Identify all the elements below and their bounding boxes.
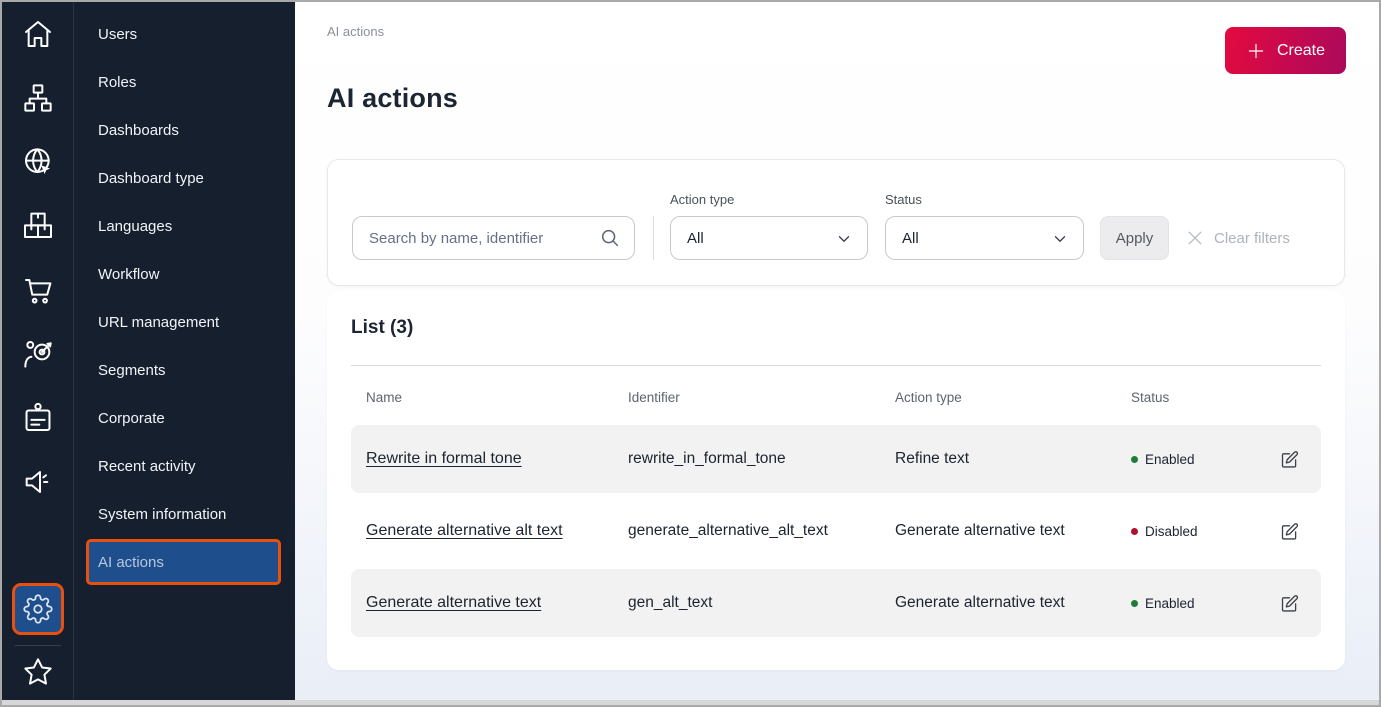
search-icon xyxy=(599,227,621,249)
edit-icon[interactable] xyxy=(1275,445,1303,473)
status-dot xyxy=(1131,528,1138,535)
row-status-cell: Enabled xyxy=(1131,596,1271,611)
list-divider xyxy=(351,365,1321,366)
globe-pointer-icon[interactable] xyxy=(21,145,55,179)
plus-icon xyxy=(1246,41,1266,61)
clear-filters-button[interactable]: Clear filters xyxy=(1185,216,1290,260)
apply-button[interactable]: Apply xyxy=(1100,216,1169,260)
row-action-type-cell: Generate alternative text xyxy=(895,594,1131,612)
status-dot xyxy=(1131,600,1138,607)
settings-icon[interactable] xyxy=(12,583,64,635)
app-window: Users Roles Dashboards Dashboard type La… xyxy=(0,0,1381,707)
breadcrumb[interactable]: AI actions xyxy=(327,24,1345,39)
status-select[interactable]: All xyxy=(885,216,1084,260)
sidebar-item-workflow[interactable]: Workflow xyxy=(74,250,295,298)
row-name-cell: Generate alternative text xyxy=(366,594,628,612)
filter-divider xyxy=(653,216,654,260)
status-text: Enabled xyxy=(1145,452,1195,467)
favorites-star-icon[interactable] xyxy=(21,655,55,689)
sidebar-item-corporate[interactable]: Corporate xyxy=(74,394,295,442)
id-badge-icon[interactable] xyxy=(21,401,55,435)
action-type-filter: Action type All xyxy=(670,192,868,260)
status-text: Disabled xyxy=(1145,524,1198,539)
column-header-identifier: Identifier xyxy=(628,390,895,405)
clear-filters-label: Clear filters xyxy=(1214,230,1290,247)
chevron-down-icon xyxy=(835,230,853,248)
close-icon xyxy=(1185,228,1205,248)
status-filter: Status All xyxy=(885,192,1084,260)
org-chart-icon[interactable] xyxy=(21,81,55,115)
list-card: List (3) Name Identifier Action type Sta… xyxy=(327,291,1345,670)
rail-divider xyxy=(15,645,61,646)
icon-rail xyxy=(2,2,73,700)
action-name-link[interactable]: Generate alternative alt text xyxy=(366,522,563,539)
search-wrap xyxy=(352,216,635,260)
packages-icon[interactable] xyxy=(21,209,55,243)
sidebar-item-users[interactable]: Users xyxy=(74,10,295,58)
row-identifier-cell: rewrite_in_formal_tone xyxy=(628,450,895,468)
row-identifier-cell: gen_alt_text xyxy=(628,594,895,612)
sidebar-item-roles[interactable]: Roles xyxy=(74,58,295,106)
action-type-label: Action type xyxy=(670,192,868,207)
create-button[interactable]: Create xyxy=(1225,27,1346,74)
settings-menu: Users Roles Dashboards Dashboard type La… xyxy=(73,2,295,700)
main-content: AI actions Create AI actions Action type… xyxy=(295,2,1379,700)
create-button-label: Create xyxy=(1277,42,1325,60)
table-row: Rewrite in formal tone rewrite_in_formal… xyxy=(351,425,1321,493)
table-row: Generate alternative text gen_alt_text G… xyxy=(351,569,1321,637)
edit-icon[interactable] xyxy=(1275,589,1303,617)
status-dot xyxy=(1131,456,1138,463)
action-type-select[interactable]: All xyxy=(670,216,868,260)
window-bottom-strip xyxy=(2,700,1379,705)
home-icon[interactable] xyxy=(21,17,55,51)
sidebar-item-system-information[interactable]: System information xyxy=(74,490,295,538)
row-identifier-cell: generate_alternative_alt_text xyxy=(628,522,895,540)
row-name-cell: Generate alternative alt text xyxy=(366,522,628,540)
row-name-cell: Rewrite in formal tone xyxy=(366,450,628,468)
list-title: List (3) xyxy=(351,317,1321,339)
row-action-type-cell: Generate alternative text xyxy=(895,522,1131,540)
goal-target-icon[interactable] xyxy=(21,337,55,371)
status-text: Enabled xyxy=(1145,596,1195,611)
table-row: Generate alternative alt text generate_a… xyxy=(351,497,1321,565)
table-rows: Rewrite in formal tone rewrite_in_formal… xyxy=(351,425,1321,637)
rail-bottom-group xyxy=(12,583,64,700)
sidebar-item-segments[interactable]: Segments xyxy=(74,346,295,394)
table-header: Name Identifier Action type Status xyxy=(351,388,1321,406)
action-type-value: All xyxy=(687,230,704,247)
row-status-cell: Enabled xyxy=(1131,452,1271,467)
sidebar-item-dashboards[interactable]: Dashboards xyxy=(74,106,295,154)
search-input[interactable] xyxy=(352,216,635,260)
column-header-status: Status xyxy=(1131,390,1271,405)
row-status-cell: Disabled xyxy=(1131,524,1271,539)
column-header-name: Name xyxy=(366,390,628,405)
row-action-type-cell: Refine text xyxy=(895,450,1131,468)
sidebar-item-dashboard-type[interactable]: Dashboard type xyxy=(74,154,295,202)
action-name-link[interactable]: Rewrite in formal tone xyxy=(366,450,522,467)
sidebar-item-languages[interactable]: Languages xyxy=(74,202,295,250)
sidebar-item-url-management[interactable]: URL management xyxy=(74,298,295,346)
column-header-action-type: Action type xyxy=(895,390,1131,405)
shopping-cart-icon[interactable] xyxy=(21,273,55,307)
edit-icon[interactable] xyxy=(1275,517,1303,545)
action-name-link[interactable]: Generate alternative text xyxy=(366,594,541,611)
status-value: All xyxy=(902,230,919,247)
chevron-down-icon xyxy=(1051,230,1069,248)
megaphone-icon[interactable] xyxy=(21,465,55,499)
main-row: Users Roles Dashboards Dashboard type La… xyxy=(2,2,1379,700)
sidebar-item-recent-activity[interactable]: Recent activity xyxy=(74,442,295,490)
page-title: AI actions xyxy=(327,83,1345,114)
filter-card: Action type All Status All Apply xyxy=(327,159,1345,286)
status-label: Status xyxy=(885,192,1084,207)
sidebar-item-ai-actions[interactable]: AI actions xyxy=(86,539,281,585)
